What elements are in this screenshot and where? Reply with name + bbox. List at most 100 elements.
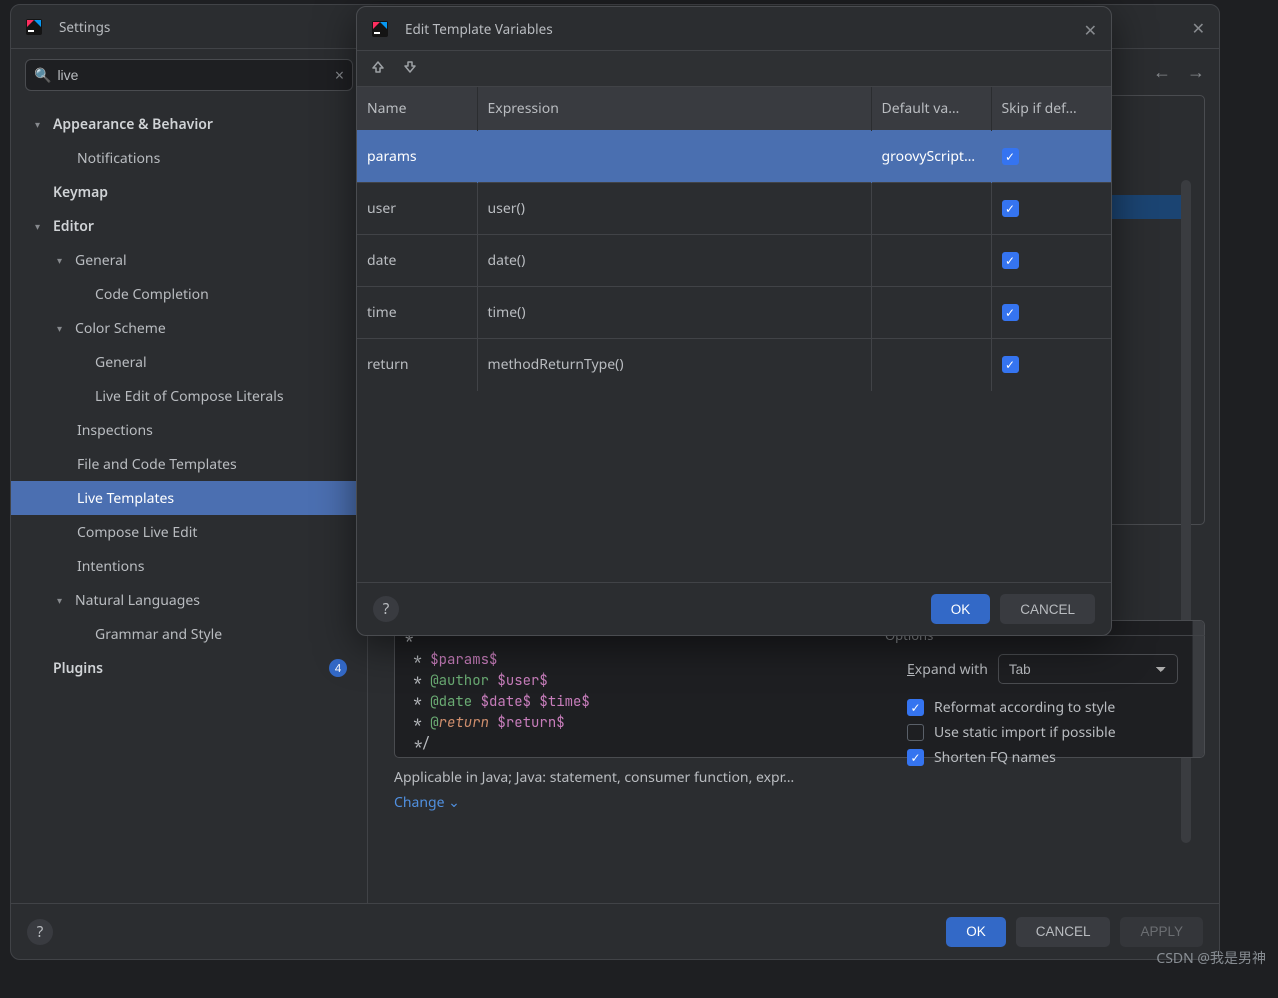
dialog-close-icon[interactable]: ✕ xyxy=(1084,19,1097,41)
settings-title: Settings xyxy=(59,18,110,36)
opt-reformat[interactable]: Reformat according to style xyxy=(907,698,1205,717)
table-header: Name Expression Default va… Skip if def… xyxy=(357,87,1111,131)
variables-table: Name Expression Default va… Skip if def…… xyxy=(357,87,1111,391)
opt-use-static[interactable]: Use static import if possible xyxy=(907,723,1205,742)
cell-name[interactable]: time xyxy=(357,287,477,339)
checkbox-icon xyxy=(1002,304,1019,321)
tree-code-completion[interactable]: Code Completion xyxy=(11,277,367,311)
tree-live-templates[interactable]: Live Templates xyxy=(11,481,367,515)
edit-template-variables-dialog: Edit Template Variables ✕ Name Expressio… xyxy=(356,6,1112,636)
tree-cs-general[interactable]: General xyxy=(11,345,367,379)
plugins-badge: 4 xyxy=(329,659,347,677)
nav-back-icon[interactable]: ← xyxy=(1153,60,1171,84)
tree-live-edit-compose[interactable]: Live Edit of Compose Literals xyxy=(11,379,367,413)
table-row[interactable]: timetime() xyxy=(357,287,1111,339)
dialog-ok-button[interactable]: OK xyxy=(931,594,991,624)
opt-shorten[interactable]: Shorten FQ names xyxy=(907,748,1205,767)
tree-keymap[interactable]: Keymap xyxy=(11,175,367,209)
checkbox-icon xyxy=(1002,200,1019,217)
settings-ok-button[interactable]: OK xyxy=(946,917,1006,947)
tree-natural-languages[interactable]: ▾Natural Languages xyxy=(11,583,367,617)
help-icon[interactable]: ? xyxy=(27,919,53,945)
table-row[interactable]: returnmethodReturnType() xyxy=(357,339,1111,391)
clear-search-icon[interactable]: × xyxy=(335,64,344,86)
col-name[interactable]: Name xyxy=(357,87,477,131)
cell-expression[interactable]: time() xyxy=(477,287,871,339)
table-row[interactable]: datedate() xyxy=(357,235,1111,287)
code-line: * $params$ xyxy=(405,651,497,669)
col-expression[interactable]: Expression xyxy=(477,87,871,131)
expand-with-row: Expand with Tab xyxy=(907,654,1205,684)
settings-apply-button[interactable]: APPLY xyxy=(1120,917,1203,947)
dialog-title: Edit Template Variables xyxy=(405,20,553,38)
cell-expression[interactable]: methodReturnType() xyxy=(477,339,871,391)
cell-default[interactable] xyxy=(871,339,991,391)
watermark: CSDN @我是男神 xyxy=(1156,948,1266,968)
checkbox-icon xyxy=(907,699,924,716)
checkbox-icon xyxy=(1002,148,1019,165)
cell-skip[interactable] xyxy=(991,339,1111,391)
tree-editor[interactable]: ▾Editor xyxy=(11,209,367,243)
dialog-cancel-button[interactable]: CANCEL xyxy=(1000,594,1095,624)
code-line: * @date $date$ $time$ xyxy=(405,693,590,711)
col-skip[interactable]: Skip if def… xyxy=(991,87,1111,131)
move-down-icon[interactable] xyxy=(403,59,425,79)
cell-name[interactable]: date xyxy=(357,235,477,287)
search-icon: 🔍 xyxy=(34,66,51,85)
search-box[interactable]: 🔍 × xyxy=(25,59,353,91)
expand-with-label: Expand with xyxy=(907,660,988,679)
tree-plugins[interactable]: Plugins4 xyxy=(11,651,367,685)
intellij-icon xyxy=(25,18,43,36)
cell-skip[interactable] xyxy=(991,235,1111,287)
cell-default[interactable] xyxy=(871,287,991,339)
cell-default[interactable] xyxy=(871,235,991,287)
settings-tree: ▾Appearance & Behavior Notifications Key… xyxy=(11,101,367,903)
tree-color-scheme[interactable]: ▾Color Scheme xyxy=(11,311,367,345)
checkbox-icon xyxy=(907,724,924,741)
settings-sidebar: 🔍 × ▾Appearance & Behavior Notifications… xyxy=(11,49,368,903)
cell-name[interactable]: params xyxy=(357,131,477,183)
cell-skip[interactable] xyxy=(991,131,1111,183)
dialog-footer: ? OK CANCEL xyxy=(357,583,1111,635)
checkbox-icon xyxy=(907,749,924,766)
search-input[interactable] xyxy=(57,67,334,83)
tree-notifications[interactable]: Notifications xyxy=(11,141,367,175)
options-panel: Options Expand with Tab Reformat accordi… xyxy=(885,626,1205,773)
cell-name[interactable]: user xyxy=(357,183,477,235)
tree-appearance[interactable]: ▾Appearance & Behavior xyxy=(11,107,367,141)
tree-general[interactable]: ▾General xyxy=(11,243,367,277)
cell-default[interactable] xyxy=(871,183,991,235)
variables-table-wrap: Name Expression Default va… Skip if def…… xyxy=(357,87,1111,583)
table-row[interactable]: params groovyScript… xyxy=(357,131,1111,183)
expand-with-select[interactable]: Tab xyxy=(998,654,1178,684)
dialog-help-icon[interactable]: ? xyxy=(373,596,399,622)
code-line: * @return $return$ xyxy=(405,714,565,732)
cell-name[interactable]: return xyxy=(357,339,477,391)
code-line: * @author $user$ xyxy=(405,672,548,690)
chevron-down-icon: ⌄ xyxy=(448,793,460,812)
cell-expression[interactable] xyxy=(477,131,871,183)
cell-default[interactable]: groovyScript… xyxy=(871,131,991,183)
settings-cancel-button[interactable]: CANCEL xyxy=(1016,917,1111,947)
cell-expression[interactable]: user() xyxy=(477,183,871,235)
dialog-toolbar xyxy=(357,51,1111,87)
search-wrap: 🔍 × xyxy=(11,49,367,101)
cell-skip[interactable] xyxy=(991,183,1111,235)
dialog-titlebar: Edit Template Variables ✕ xyxy=(357,7,1111,51)
tree-file-code-templates[interactable]: File and Code Templates xyxy=(11,447,367,481)
tree-grammar-style[interactable]: Grammar and Style xyxy=(11,617,367,651)
move-up-icon[interactable] xyxy=(371,59,393,79)
table-row[interactable]: useruser() xyxy=(357,183,1111,235)
tree-intentions[interactable]: Intentions xyxy=(11,549,367,583)
nav-forward-icon[interactable]: → xyxy=(1187,60,1205,84)
settings-close-icon[interactable]: ✕ xyxy=(1192,17,1205,39)
cell-skip[interactable] xyxy=(991,287,1111,339)
change-link[interactable]: Change ⌄ xyxy=(394,793,460,812)
col-default[interactable]: Default va… xyxy=(871,87,991,131)
cell-expression[interactable]: date() xyxy=(477,235,871,287)
tree-inspections[interactable]: Inspections xyxy=(11,413,367,447)
checkbox-icon xyxy=(1002,356,1019,373)
settings-button-bar: ? OK CANCEL APPLY xyxy=(11,903,1219,959)
tree-compose-live-edit[interactable]: Compose Live Edit xyxy=(11,515,367,549)
checkbox-icon xyxy=(1002,252,1019,269)
